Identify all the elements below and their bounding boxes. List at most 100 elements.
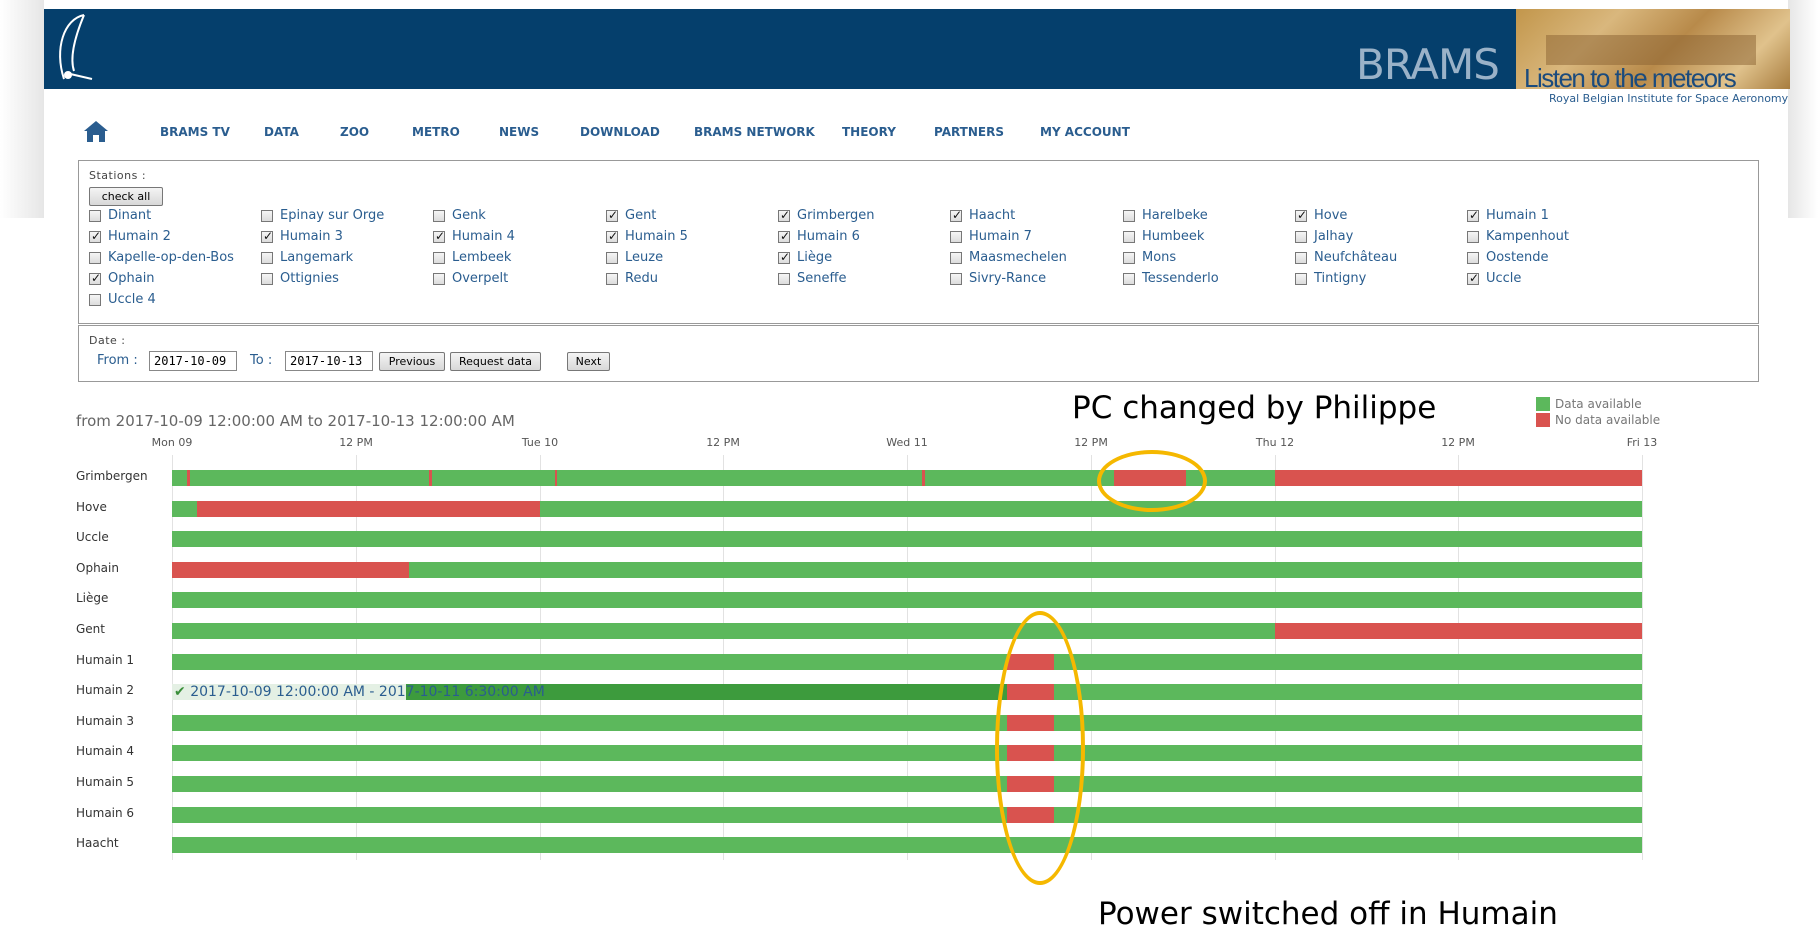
- check-all-button[interactable]: check all: [89, 187, 163, 206]
- station-checkbox[interactable]: ✓: [778, 208, 790, 222]
- row-label: Humain 4: [76, 744, 135, 758]
- station-checkbox[interactable]: ✓: [1295, 208, 1307, 222]
- bar-available[interactable]: [172, 592, 1642, 608]
- station-checkbox[interactable]: ✓: [433, 229, 445, 243]
- station-checkbox[interactable]: [89, 210, 101, 222]
- station-checkbox[interactable]: [1123, 231, 1135, 243]
- station-label: Humain 5: [625, 229, 688, 244]
- station-checkbox[interactable]: [261, 273, 273, 285]
- gridline: [1642, 455, 1643, 860]
- checkmark-icon: ✓: [91, 229, 102, 243]
- station-label: Uccle 4: [108, 292, 156, 307]
- nav-item-brams-network[interactable]: BRAMS NETWORK: [694, 125, 815, 139]
- station-label: Mons: [1142, 250, 1177, 265]
- station-checkbox[interactable]: ✓: [778, 250, 790, 264]
- legend-swatch-available: [1536, 397, 1550, 411]
- bar-available[interactable]: [172, 745, 1642, 761]
- nav-item-brams-tv[interactable]: BRAMS TV: [160, 125, 230, 139]
- station-checkbox[interactable]: ✓: [89, 271, 101, 285]
- station-label: Tessenderlo: [1142, 271, 1219, 286]
- bar-available[interactable]: [172, 807, 1642, 823]
- nav-item-news[interactable]: NEWS: [499, 125, 539, 139]
- station-label: Liège: [797, 250, 833, 265]
- station-checkbox[interactable]: [606, 273, 618, 285]
- request-data-button[interactable]: Request data: [450, 352, 541, 371]
- nav-item-partners[interactable]: PARTNERS: [934, 125, 1004, 139]
- station-label: Hove: [1314, 208, 1348, 223]
- station-checkbox[interactable]: [606, 252, 618, 264]
- station-checkbox[interactable]: [433, 210, 445, 222]
- bar-missing[interactable]: [922, 470, 925, 486]
- station-label: Kapelle-op-den-Bos: [108, 250, 234, 265]
- station-label: Maasmechelen: [969, 250, 1067, 265]
- x-tick-label: 12 PM: [706, 436, 740, 449]
- bar-missing[interactable]: [187, 470, 190, 486]
- station-label: Leuze: [625, 250, 664, 265]
- station-checkbox[interactable]: [1467, 252, 1479, 264]
- station-checkbox[interactable]: ✓: [606, 208, 618, 222]
- station-checkbox[interactable]: [778, 273, 790, 285]
- station-checkbox[interactable]: ✓: [1467, 208, 1480, 222]
- station-checkbox[interactable]: [1123, 252, 1135, 264]
- station-checkbox[interactable]: ✓: [950, 208, 962, 222]
- row-label: Humain 1: [76, 653, 135, 667]
- bar-missing[interactable]: [1274, 470, 1642, 486]
- x-tick-label: Mon 09: [151, 436, 193, 449]
- station-checkbox[interactable]: [433, 273, 445, 285]
- next-button[interactable]: Next: [567, 352, 610, 371]
- station-checkbox[interactable]: [433, 252, 445, 264]
- bar-available[interactable]: [172, 837, 1642, 853]
- station-checkbox[interactable]: [950, 231, 962, 243]
- station-label: Humain 1: [1486, 208, 1549, 223]
- bar-missing[interactable]: [196, 501, 540, 517]
- from-label: From :: [97, 353, 138, 368]
- station-checkbox[interactable]: [1467, 231, 1479, 243]
- station-label: Humain 4: [452, 229, 515, 244]
- nav-item-my-account[interactable]: MY ACCOUNT: [1040, 125, 1130, 139]
- station-label: Dinant: [108, 208, 152, 223]
- nav-item-zoo[interactable]: ZOO: [340, 125, 369, 139]
- station-checkbox[interactable]: [89, 252, 101, 264]
- station-checkbox[interactable]: ✓: [1467, 271, 1479, 285]
- previous-button[interactable]: Previous: [379, 352, 445, 371]
- station-checkbox[interactable]: [950, 273, 962, 285]
- station-checkbox[interactable]: [1295, 231, 1307, 243]
- station-checkbox[interactable]: [1295, 252, 1307, 264]
- station-checkbox[interactable]: [261, 210, 273, 222]
- station-checkbox[interactable]: ✓: [606, 229, 618, 243]
- station-checkbox[interactable]: [1295, 273, 1307, 285]
- bar-available[interactable]: [172, 654, 1642, 670]
- from-date-input[interactable]: 2017-10-09: [149, 351, 237, 371]
- home-icon[interactable]: [82, 119, 110, 143]
- station-checkbox[interactable]: [261, 252, 273, 264]
- to-date-input[interactable]: 2017-10-13: [285, 351, 373, 371]
- bar-missing[interactable]: [554, 470, 558, 486]
- station-checkbox[interactable]: ✓: [778, 229, 790, 243]
- station-checkbox[interactable]: [1123, 210, 1135, 222]
- station-checkbox[interactable]: [89, 294, 101, 306]
- station-checkbox[interactable]: [950, 252, 962, 264]
- bar-missing[interactable]: [429, 470, 432, 486]
- annotation-circle-grimbergen: [1097, 450, 1207, 512]
- bar-missing[interactable]: [172, 562, 410, 578]
- station-checkbox[interactable]: ✓: [89, 229, 102, 243]
- checkmark-icon: ✓: [1469, 208, 1480, 222]
- bar-available[interactable]: [172, 776, 1642, 792]
- bar-missing[interactable]: [1274, 623, 1642, 639]
- station-label: Uccle: [1486, 271, 1522, 286]
- nav-item-download[interactable]: DOWNLOAD: [580, 125, 660, 139]
- bar-available[interactable]: [172, 715, 1642, 731]
- page-side-shade-right: [1788, 0, 1818, 218]
- nav-item-metro[interactable]: METRO: [412, 125, 460, 139]
- date-title: Date :: [89, 334, 126, 347]
- row-label: Humain 3: [76, 714, 135, 728]
- bar-tooltip: ✔ 2017-10-09 12:00:00 AM - 2017-10-11 6:…: [174, 684, 545, 700]
- nav-item-data[interactable]: DATA: [264, 125, 299, 139]
- station-checkbox[interactable]: ✓: [261, 229, 273, 243]
- organization-name: Royal Belgian Institute for Space Aerono…: [1549, 92, 1789, 105]
- tooltip-text: 2017-10-09 12:00:00 AM - 2017-10-11 6:30…: [190, 684, 545, 700]
- nav-item-theory[interactable]: THEORY: [842, 125, 896, 139]
- bar-available[interactable]: [172, 531, 1642, 547]
- station-label: Grimbergen: [797, 208, 875, 223]
- station-checkbox[interactable]: [1123, 273, 1135, 285]
